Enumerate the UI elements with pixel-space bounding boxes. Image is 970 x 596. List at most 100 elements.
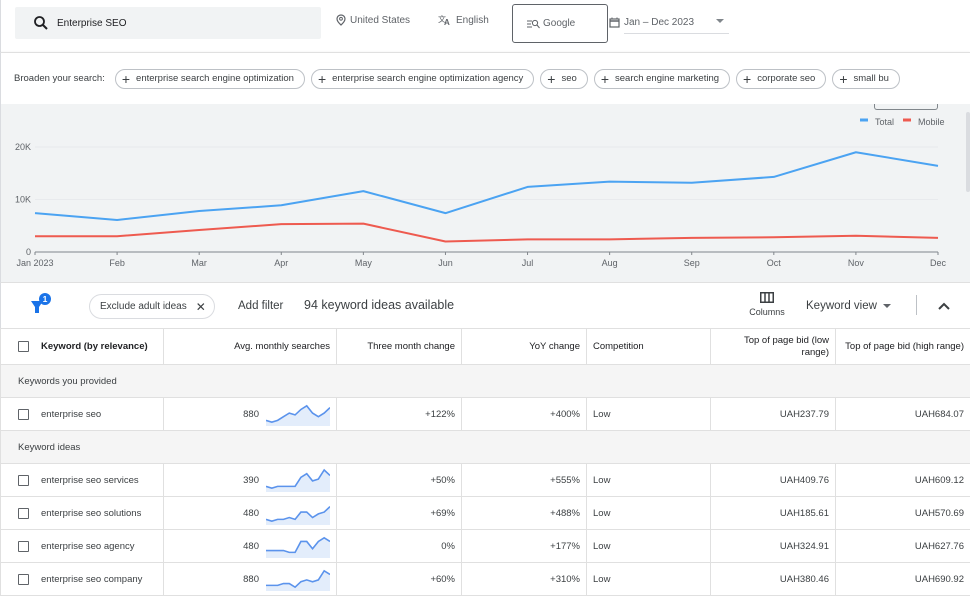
- select-all-checkbox[interactable]: [18, 341, 29, 352]
- three-month-change-cell: +60%: [337, 563, 462, 596]
- row-checkbox[interactable]: [18, 409, 29, 420]
- svg-text:A: A: [444, 18, 450, 26]
- yoy-change-cell: +400%: [462, 398, 587, 431]
- plus-icon: +: [743, 72, 751, 86]
- series-line-total: [35, 152, 938, 220]
- section-title: Keyword ideas: [1, 431, 970, 464]
- keyword-view-dropdown[interactable]: Keyword view: [806, 300, 891, 312]
- date-underline: [624, 33, 729, 34]
- broaden-chip[interactable]: +small bu: [832, 69, 900, 89]
- table-row[interactable]: enterprise seo services390+50%+555%LowUA…: [1, 464, 970, 497]
- keyword-text: enterprise seo: [41, 409, 101, 420]
- table-row[interactable]: enterprise seo880+122%+400%LowUAH237.79U…: [1, 398, 970, 431]
- keyword-search-box[interactable]: [15, 7, 321, 39]
- avg-monthly-searches-cell: 480: [164, 530, 337, 563]
- network-search-icon: [527, 19, 540, 29]
- page-scrollbar[interactable]: [966, 112, 970, 192]
- columns-button[interactable]: Columns: [746, 292, 788, 317]
- bid-low-cell: UAH409.76: [711, 464, 836, 497]
- close-icon[interactable]: ✕: [196, 300, 206, 314]
- competition-cell: Low: [587, 464, 711, 497]
- keyword-cell: enterprise seo services: [1, 464, 164, 497]
- bid-high-cell: UAH627.76: [836, 530, 970, 563]
- column-header-avg-monthly-searches[interactable]: Avg. monthly searches: [164, 329, 337, 365]
- yoy-change-cell: +488%: [462, 497, 587, 530]
- broaden-chip-label: search engine marketing: [615, 73, 719, 84]
- column-header-bid-high[interactable]: Top of page bid (high range): [836, 329, 970, 365]
- search-icon: [33, 15, 49, 31]
- trend-sparkline: [266, 534, 330, 558]
- bid-high-cell: UAH690.92: [836, 563, 970, 596]
- series-line-mobile: [35, 224, 938, 242]
- searches-value: 390: [243, 475, 259, 486]
- calendar-icon: [609, 17, 620, 28]
- legend-label-total: Total: [875, 117, 894, 127]
- broaden-chip[interactable]: +enterprise search engine optimization a…: [311, 69, 534, 89]
- keyword-text: enterprise seo company: [41, 574, 142, 585]
- searches-value: 480: [243, 508, 259, 519]
- broaden-chip[interactable]: + corporate seo: [736, 69, 826, 89]
- x-tick-label: Sep: [684, 258, 700, 268]
- filter-icon[interactable]: 1: [29, 293, 53, 315]
- keyword-ideas-count: 94 keyword ideas available: [304, 298, 454, 312]
- keyword-text: enterprise seo solutions: [41, 508, 141, 519]
- translate-icon: 文 A: [438, 14, 452, 26]
- exclude-adult-filter-chip[interactable]: Exclude adult ideas ✕: [89, 294, 215, 319]
- search-network-selector[interactable]: Google: [512, 4, 608, 43]
- yoy-change-cell: +310%: [462, 563, 587, 596]
- trend-sparkline: [266, 567, 330, 591]
- search-volume-chart: 010K20K Jan 2023FebMarAprMayJunJulAugSep…: [0, 104, 966, 282]
- column-header-yoy-change[interactable]: YoY change: [462, 329, 587, 365]
- legend-label-mobile: Mobile: [918, 117, 945, 127]
- x-tick-label: Jan 2023: [16, 258, 53, 268]
- sparkline-area: [266, 571, 330, 591]
- add-filter-button[interactable]: Add filter: [238, 300, 283, 312]
- chevron-down-icon: [716, 19, 724, 23]
- trend-sparkline: [266, 501, 330, 525]
- date-range-selector[interactable]: Jan – Dec 2023: [609, 12, 729, 32]
- column-header-competition[interactable]: Competition: [587, 329, 711, 365]
- x-tick-label: Mar: [191, 258, 207, 268]
- searches-value: 880: [243, 574, 259, 585]
- search-bar: United States 文 A English Google Jan – D…: [0, 0, 970, 52]
- bid-low-cell: UAH237.79: [711, 398, 836, 431]
- plus-icon: +: [318, 72, 326, 86]
- x-tick-label: Jul: [522, 258, 534, 268]
- competition-cell: Low: [587, 563, 711, 596]
- table-row[interactable]: enterprise seo company 880 +60%+310%Low UAH…: [1, 563, 970, 596]
- keyword-text: enterprise seo services: [41, 475, 139, 486]
- keyword-cell: enterprise seo: [1, 398, 164, 431]
- broaden-chip[interactable]: +enterprise search engine optimization: [115, 69, 305, 89]
- location-selector[interactable]: United States: [336, 14, 410, 26]
- competition-cell: Low: [587, 398, 711, 431]
- date-range-label: Jan – Dec 2023: [624, 17, 694, 28]
- network-label: Google: [543, 18, 575, 29]
- column-header-three-month-change[interactable]: Three month change: [337, 329, 462, 365]
- x-tick-label: Nov: [848, 258, 865, 268]
- keyword-search-input[interactable]: [57, 18, 297, 29]
- chevron-up-icon[interactable]: [937, 299, 951, 313]
- keyword-cell: enterprise seo solutions: [1, 497, 164, 530]
- plus-icon: +: [547, 72, 555, 86]
- keyword-cell: enterprise seo company: [1, 563, 164, 596]
- filter-count-badge: 1: [43, 294, 48, 304]
- columns-icon: [760, 292, 774, 303]
- row-checkbox[interactable]: [18, 541, 29, 552]
- bid-high-cell: UAH684.07: [836, 398, 970, 431]
- columns-label: Columns: [749, 307, 785, 317]
- column-header-keyword[interactable]: Keyword (by relevance): [1, 329, 164, 365]
- table-row[interactable]: enterprise seo agency4800%+177%LowUAH324…: [1, 530, 970, 563]
- filter-bar: 1 Exclude adult ideas ✕ Add filter 94 ke…: [0, 282, 970, 328]
- broaden-chip-label: corporate seo: [757, 73, 815, 84]
- row-checkbox[interactable]: [18, 508, 29, 519]
- language-selector[interactable]: 文 A English: [438, 14, 489, 26]
- row-checkbox[interactable]: [18, 574, 29, 585]
- broaden-chip-label: enterprise search engine optimization: [136, 73, 294, 84]
- dropdown-arrow-icon: [883, 304, 891, 308]
- bid-high-cell: UAH609.12: [836, 464, 970, 497]
- broaden-chip[interactable]: +seo: [540, 69, 588, 89]
- table-row[interactable]: enterprise seo solutions480+69%+488%LowU…: [1, 497, 970, 530]
- row-checkbox[interactable]: [18, 475, 29, 486]
- broaden-chip[interactable]: +search engine marketing: [594, 69, 730, 89]
- column-header-bid-low[interactable]: Top of page bid (low range): [711, 329, 836, 365]
